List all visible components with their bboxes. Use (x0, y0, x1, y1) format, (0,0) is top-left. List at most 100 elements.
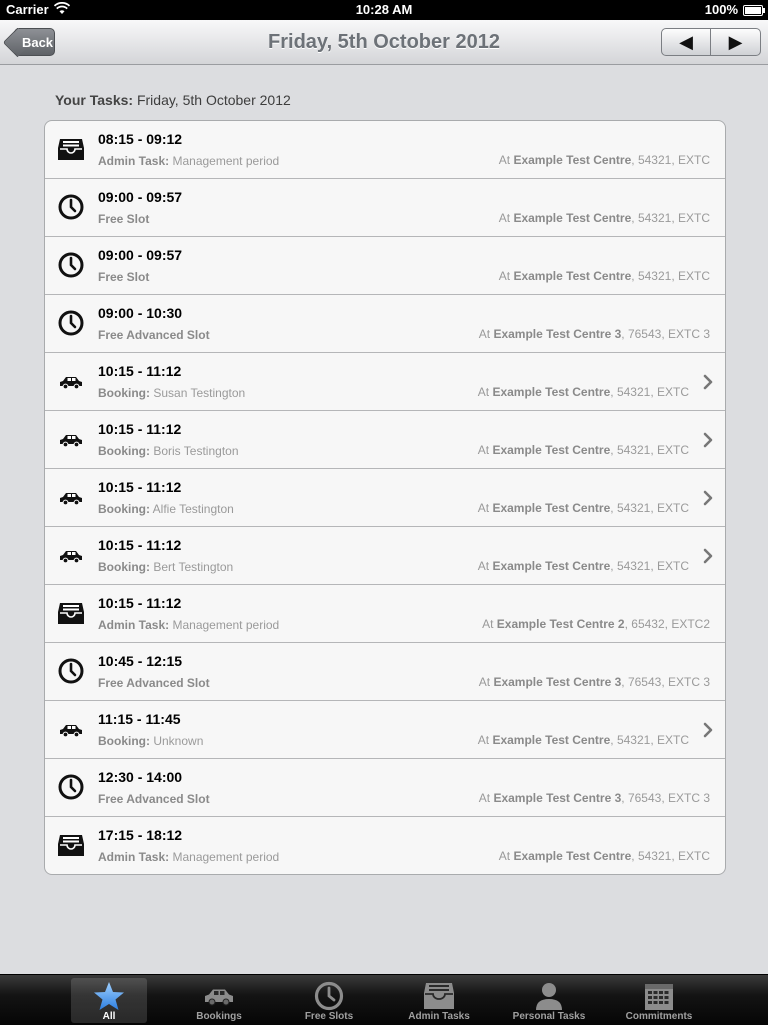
tab-bookings[interactable]: Bookings (181, 978, 257, 1023)
task-location-prefix: At (498, 269, 511, 283)
task-description: Booking: Unknown (98, 734, 203, 748)
tab-commitments[interactable]: Commitments (621, 978, 697, 1023)
section-label: Your Tasks: (55, 92, 134, 108)
car-icon (203, 981, 235, 1011)
clock-icon (57, 309, 85, 337)
car-icon (57, 715, 85, 743)
section-date: Friday, 5th October 2012 (136, 92, 291, 108)
chevron-right-icon (701, 489, 715, 507)
task-location-prefix: At (477, 559, 490, 573)
back-button[interactable]: Back (14, 28, 55, 56)
task-detail: Management period (172, 850, 280, 864)
tab-admin-tasks[interactable]: Admin Tasks (401, 978, 477, 1023)
task-description: Booking: Bert Testington (98, 560, 233, 574)
chevron-right-icon (701, 373, 715, 391)
task-location: At Example Test Centre, 54321, EXTC (478, 501, 689, 515)
task-centre-code: , 65432, EXTC2 (624, 617, 710, 631)
next-day-button[interactable]: ▶ (711, 28, 761, 56)
page-title: Friday, 5th October 2012 (268, 31, 500, 53)
calendar-icon (643, 981, 675, 1011)
car-icon (57, 541, 85, 569)
task-description: Admin Task: Management period (98, 618, 279, 632)
task-row[interactable]: 10:15 - 11:12 Booking: Boris Testington At… (45, 411, 725, 469)
tab-all[interactable]: All (71, 978, 147, 1023)
navigation-bar: Back Friday, 5th October 2012 ◀ ▶ (0, 20, 768, 65)
task-location-prefix: At (498, 849, 511, 863)
inbox-icon (57, 599, 85, 627)
task-description: Booking: Alfie Testington (98, 502, 234, 516)
task-location: At Example Test Centre, 54321, EXTC (478, 385, 689, 399)
chevron-right-icon (701, 721, 715, 739)
task-kind: Booking: (98, 386, 150, 400)
task-row[interactable]: 10:15 - 11:12 Booking: Susan Testington At… (45, 353, 725, 411)
task-detail: Bert Testington (153, 560, 234, 574)
task-location: At Example Test Centre, 54321, EXTC (478, 559, 689, 573)
task-location: At Example Test Centre, 54321, EXTC (478, 443, 689, 457)
status-bar: Carrier 10:28 AM 100% (0, 0, 768, 20)
chevron-right-icon (701, 547, 715, 565)
task-row: 09:00 - 09:57 Free Slot At Example Test C… (45, 237, 725, 295)
tab-label: Admin Tasks (408, 1011, 470, 1022)
task-location-prefix: At (478, 327, 491, 341)
inbox-icon (423, 981, 455, 1011)
task-kind: Free Slot (98, 212, 150, 226)
task-kind: Admin Task: (98, 154, 170, 168)
task-row: 12:30 - 14:00 Free Advanced Slot At Examp… (45, 759, 725, 817)
task-location: At Example Test Centre 3, 76543, EXTC 3 (479, 327, 710, 341)
task-time: 10:15 - 11:12 (98, 363, 182, 379)
task-location: At Example Test Centre 2, 65432, EXTC2 (482, 617, 710, 631)
inbox-icon (57, 135, 85, 163)
task-detail: Alfie Testington (152, 502, 234, 516)
task-time: 11:15 - 11:45 (98, 711, 181, 727)
task-time: 09:00 - 10:30 (98, 305, 183, 321)
task-row: 09:00 - 10:30 Free Advanced Slot At Examp… (45, 295, 725, 353)
task-detail: Boris Testington (153, 444, 239, 458)
task-row[interactable]: 11:15 - 11:45 Booking: Unknown At Example … (45, 701, 725, 759)
task-time: 08:15 - 09:12 (98, 131, 183, 147)
task-location: At Example Test Centre, 54321, EXTC (499, 849, 710, 863)
task-detail: Management period (172, 154, 280, 168)
task-centre: Example Test Centre (492, 385, 611, 399)
clock-icon (57, 657, 85, 685)
task-location: At Example Test Centre 3, 76543, EXTC 3 (479, 675, 710, 689)
task-location-prefix: At (482, 617, 494, 631)
task-location-prefix: At (498, 153, 511, 167)
task-centre-code: , 54321, EXTC (631, 849, 710, 863)
back-button-label: Back (21, 35, 54, 50)
task-centre-code: , 54321, EXTC (610, 559, 689, 573)
task-centre-code: , 54321, EXTC (631, 269, 710, 283)
task-detail: Unknown (153, 734, 204, 748)
task-location-prefix: At (498, 211, 511, 225)
battery-icon (743, 5, 765, 16)
task-row[interactable]: 10:15 - 11:12 Booking: Alfie Testington At… (45, 469, 725, 527)
task-centre: Example Test Centre (513, 153, 632, 167)
task-time: 10:15 - 11:12 (98, 421, 182, 437)
task-centre: Example Test Centre 2 (496, 617, 625, 631)
tab-label: Personal Tasks (512, 1011, 586, 1022)
task-time: 10:15 - 11:12 (98, 537, 182, 553)
previous-day-button[interactable]: ◀ (661, 28, 711, 56)
task-row: 17:15 - 18:12 Admin Task: Management peri… (45, 817, 725, 874)
task-kind: Admin Task: (98, 850, 170, 864)
task-centre-code: , 54321, EXTC (610, 443, 689, 457)
task-time: 10:15 - 11:12 (98, 479, 182, 495)
task-location: At Example Test Centre, 54321, EXTC (499, 269, 710, 283)
task-description: Booking: Susan Testington (98, 386, 245, 400)
task-kind: Booking: (98, 734, 150, 748)
task-row: 08:15 - 09:12 Admin Task: Management peri… (45, 121, 725, 179)
task-detail: Management period (172, 618, 280, 632)
task-centre-code: , 54321, EXTC (631, 153, 710, 167)
clock-time: 10:28 AM (355, 2, 413, 17)
task-time: 17:15 - 18:12 (98, 827, 183, 843)
task-centre-code: , 76543, EXTC 3 (621, 675, 710, 689)
task-centre: Example Test Centre (513, 849, 632, 863)
task-centre: Example Test Centre (492, 559, 611, 573)
task-centre-code: , 76543, EXTC 3 (621, 327, 710, 341)
task-location: At Example Test Centre, 54321, EXTC (499, 153, 710, 167)
task-centre: Example Test Centre (513, 269, 632, 283)
task-time: 09:00 - 09:57 (98, 247, 183, 263)
task-centre-code: , 54321, EXTC (610, 385, 689, 399)
tab-free-slots[interactable]: Free Slots (291, 978, 367, 1023)
task-row[interactable]: 10:15 - 11:12 Booking: Bert Testington At … (45, 527, 725, 585)
tab-personal-tasks[interactable]: Personal Tasks (511, 978, 587, 1023)
